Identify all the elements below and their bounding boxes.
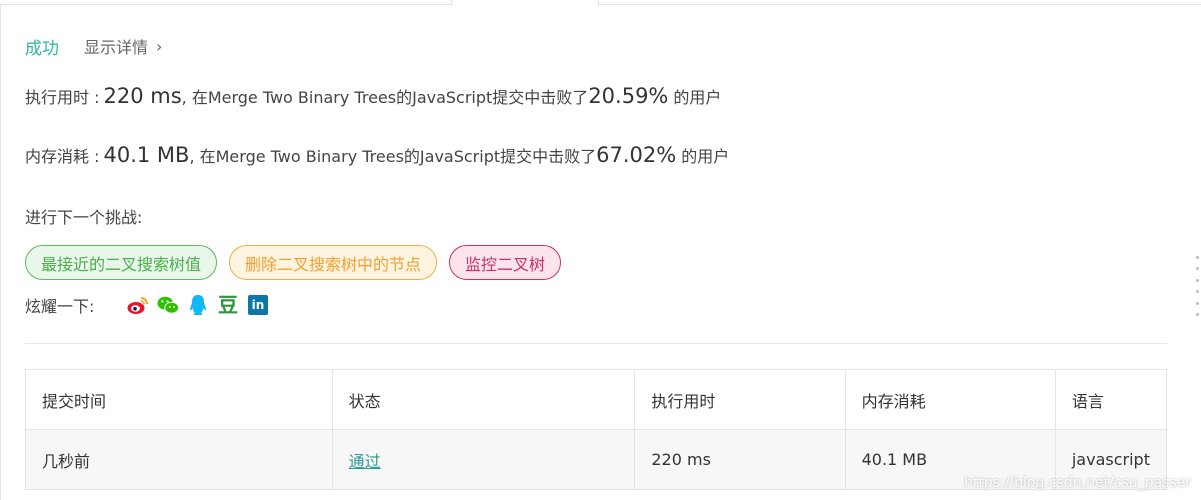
runtime-value: 220 ms xyxy=(103,84,182,108)
memory-suffix: 的用户 xyxy=(681,147,730,166)
challenge-tags: 最接近的二叉搜索树值 删除二叉搜索树中的节点 监控二叉树 xyxy=(25,245,562,280)
runtime-label: 执行用时 : xyxy=(25,88,100,107)
challenge-tag-closest-bst-value[interactable]: 最接近的二叉搜索树值 xyxy=(25,245,218,280)
next-challenge-title: 进行下一个挑战: xyxy=(25,208,143,227)
qq-icon[interactable] xyxy=(187,294,209,316)
scroll-dot xyxy=(1196,256,1199,259)
memory-percent: 67.02% xyxy=(596,143,677,167)
memory-value: 40.1 MB xyxy=(103,143,190,167)
tab-strip-border xyxy=(0,4,1201,5)
column-header-runtime: 执行用时 xyxy=(634,369,846,430)
share-icons: 豆 in xyxy=(127,294,269,316)
chevron-right-icon: › xyxy=(156,36,163,56)
wechat-icon[interactable] xyxy=(157,294,179,316)
douban-glyph: 豆 xyxy=(218,293,238,317)
cell-status: 通过 xyxy=(331,429,636,490)
weibo-icon[interactable] xyxy=(127,294,149,316)
memory-text: , 在Merge Two Binary Trees的JavaScript提交中击… xyxy=(189,147,597,166)
runtime-suffix: 的用户 xyxy=(673,88,722,107)
challenge-tag-delete-node-in-bst[interactable]: 删除二叉搜索树中的节点 xyxy=(229,245,438,280)
submissions-table: 提交时间 状态 执行用时 内存消耗 语言 几秒前 通过 220 ms 40.1 … xyxy=(25,369,1168,490)
status-row: 成功 显示详情 › xyxy=(25,34,162,59)
runtime-text: , 在Merge Two Binary Trees的JavaScript提交中击… xyxy=(181,88,589,107)
column-header-submit-time: 提交时间 xyxy=(25,369,333,430)
column-header-status: 状态 xyxy=(331,369,636,430)
section-divider xyxy=(25,343,1167,344)
linkedin-glyph: in xyxy=(248,295,268,315)
memory-metric: 内存消耗 : 40.1 MB , 在Merge Two Binary Trees… xyxy=(25,143,729,173)
show-details-link[interactable]: 显示详情 › xyxy=(84,34,162,58)
column-header-language: 语言 xyxy=(1054,369,1168,430)
share-label: 炫耀一下: xyxy=(25,297,95,316)
runtime-percent: 20.59% xyxy=(588,84,669,108)
column-header-memory: 内存消耗 xyxy=(844,369,1056,430)
scroll-dot xyxy=(1196,267,1199,271)
scroll-dot xyxy=(1196,278,1199,282)
scroll-dot xyxy=(1196,312,1199,316)
show-details-label: 显示详情 xyxy=(84,38,149,57)
scroll-handle[interactable] xyxy=(1196,256,1199,316)
douban-icon[interactable]: 豆 xyxy=(217,294,239,316)
result-status: 成功 xyxy=(25,38,59,59)
runtime-metric: 执行用时 : 220 ms , 在Merge Two Binary Trees的… xyxy=(25,84,721,114)
scroll-dot xyxy=(1196,301,1199,305)
linkedin-icon[interactable]: in xyxy=(247,294,269,316)
share-row: 炫耀一下: 豆 in xyxy=(25,293,269,317)
scroll-dot xyxy=(1196,290,1199,294)
memory-label: 内存消耗 : xyxy=(25,147,100,166)
status-pass-link[interactable]: 通过 xyxy=(349,452,381,471)
active-tab[interactable] xyxy=(451,0,599,6)
table-header-row: 提交时间 状态 执行用时 内存消耗 语言 xyxy=(25,369,1168,430)
cell-runtime: 220 ms xyxy=(634,429,846,490)
watermark: https://blog.csdn.net/csu_passer xyxy=(963,475,1191,491)
panel-left-border xyxy=(0,4,1,500)
challenge-tag-binary-tree-cameras[interactable]: 监控二叉树 xyxy=(449,245,562,280)
cell-submit-time: 几秒前 xyxy=(25,429,333,490)
